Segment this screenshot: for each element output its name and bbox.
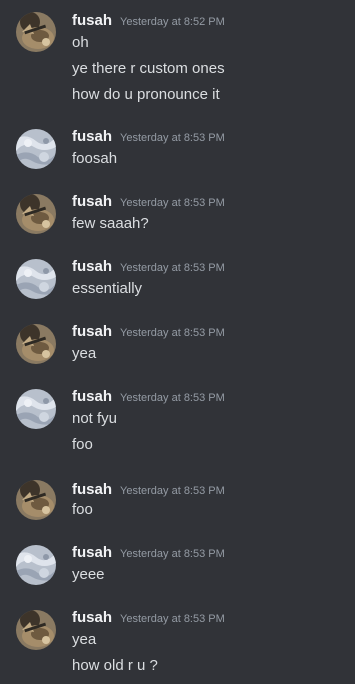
crystal-avatar-icon[interactable] [16, 545, 56, 585]
timestamp: Yesterday at 8:53 PM [120, 613, 225, 625]
message-text: ye there r custom ones [72, 60, 225, 77]
message-text: foosah [72, 150, 118, 167]
cat-avatar-icon[interactable] [16, 480, 56, 520]
message-text: few saaah? [72, 215, 149, 232]
message-text: how old r u ? [72, 657, 158, 674]
username[interactable]: fusah [72, 128, 112, 145]
message-group: fusah Yesterday at 8:53 PM yeee [0, 536, 355, 601]
username[interactable]: fusah [72, 12, 112, 29]
message-text: how do u pronounce it [72, 86, 220, 103]
username[interactable]: fusah [72, 544, 112, 561]
message-text: essentially [72, 280, 143, 297]
message-text: yea [72, 345, 97, 362]
timestamp: Yesterday at 8:53 PM [120, 132, 225, 144]
cat-avatar-icon[interactable] [16, 194, 56, 234]
message-text: oh [72, 34, 89, 51]
timestamp: Yesterday at 8:53 PM [120, 548, 225, 560]
message-group: fusah Yesterday at 8:53 PM yea how old r… [0, 601, 355, 684]
username[interactable]: fusah [72, 258, 112, 275]
timestamp: Yesterday at 8:52 PM [120, 16, 225, 28]
username[interactable]: fusah [72, 481, 112, 498]
cat-avatar-icon[interactable] [16, 610, 56, 650]
message-text: foo [72, 436, 93, 453]
message-group: fusah Yesterday at 8:53 PM foo [0, 471, 355, 536]
crystal-avatar-icon[interactable] [16, 389, 56, 429]
timestamp: Yesterday at 8:53 PM [120, 485, 225, 497]
username[interactable]: fusah [72, 609, 112, 626]
cat-avatar-icon[interactable] [16, 324, 56, 364]
timestamp: Yesterday at 8:53 PM [120, 197, 225, 209]
crystal-avatar-icon[interactable] [16, 129, 56, 169]
crystal-avatar-icon[interactable] [16, 259, 56, 299]
cat-avatar-icon[interactable] [16, 12, 56, 52]
message-group: fusah Yesterday at 8:53 PM essentially [0, 250, 355, 315]
username[interactable]: fusah [72, 193, 112, 210]
username[interactable]: fusah [72, 388, 112, 405]
message-group: fusah Yesterday at 8:53 PM yea [0, 315, 355, 380]
chat-messages: fusah Yesterday at 8:52 PM oh ye there r… [0, 0, 355, 684]
username[interactable]: fusah [72, 323, 112, 340]
message-group: fusah Yesterday at 8:53 PM few saaah? [0, 185, 355, 250]
timestamp: Yesterday at 8:53 PM [120, 262, 225, 274]
message-text: not fyu [72, 410, 118, 427]
timestamp: Yesterday at 8:53 PM [120, 327, 225, 339]
timestamp: Yesterday at 8:53 PM [120, 392, 225, 404]
message-group: fusah Yesterday at 8:53 PM foosah [0, 120, 355, 185]
message-group: fusah Yesterday at 8:52 PM oh ye there r… [0, 0, 355, 120]
message-text: yea [72, 631, 97, 648]
message-group: fusah Yesterday at 8:53 PM not fyu foo [0, 380, 355, 471]
message-text: foo [72, 501, 93, 518]
message-text: yeee [72, 566, 105, 583]
